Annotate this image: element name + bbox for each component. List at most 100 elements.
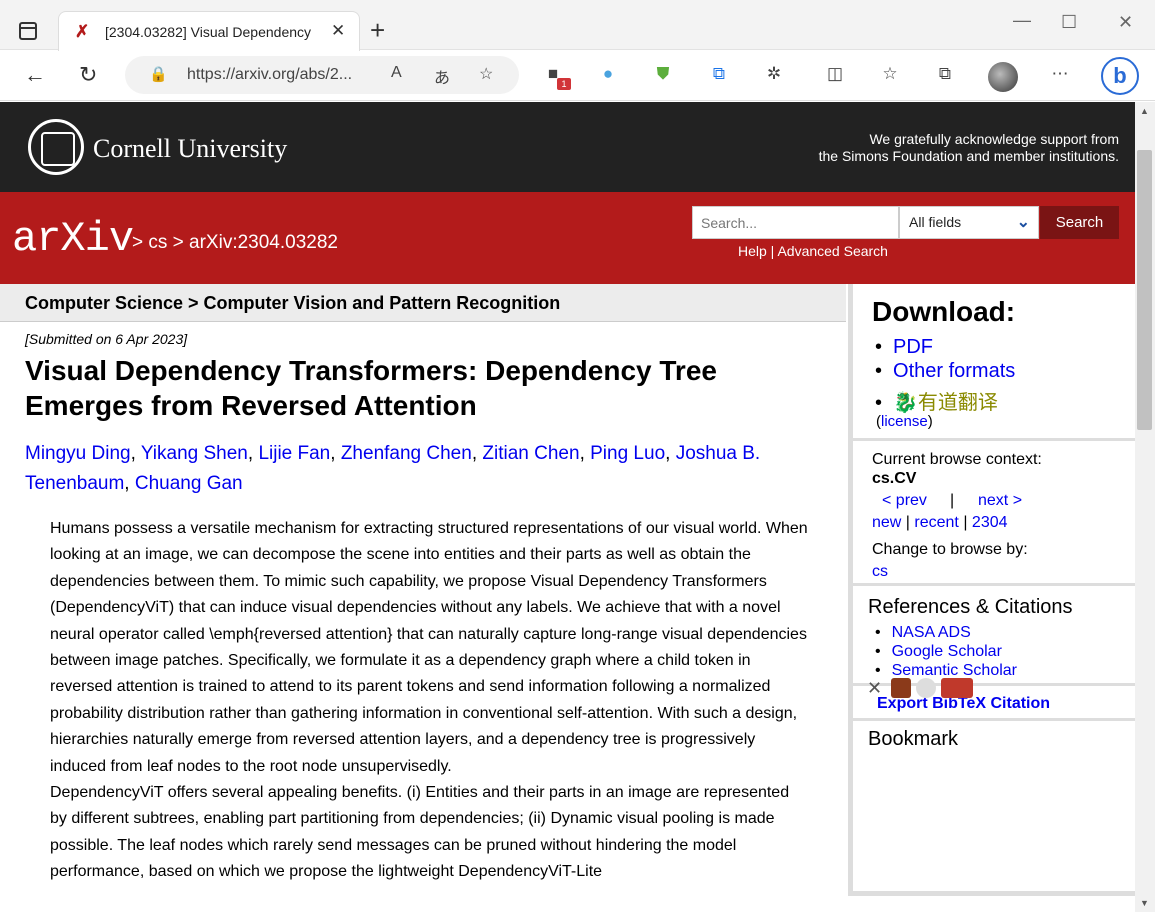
author-link[interactable]: Zhenfang Chen <box>341 443 472 464</box>
author-list: Mingyu Ding, Yikang Shen, Lijie Fan, Zhe… <box>25 443 761 494</box>
context-label: Current browse context: <box>872 451 1042 468</box>
lock-icon: 🔒 <box>149 66 168 83</box>
author-link[interactable]: Mingyu Ding <box>25 443 131 464</box>
cs-link[interactable]: cs <box>872 563 888 581</box>
browser-tab-bar: ✗ [2304.03282] Visual Dependency ✕ + — ☐… <box>0 0 1155 51</box>
month-link[interactable]: 2304 <box>972 514 1008 531</box>
arxiv-logo[interactable]: arXiv <box>12 218 134 260</box>
maximize-icon[interactable]: ☐ <box>1061 12 1077 33</box>
bookmark-heading: Bookmark <box>868 728 959 750</box>
sidebar: Download: PDF Other formats 🐉有道翻译 (licen… <box>848 284 1135 896</box>
context-value: cs.CV <box>872 470 917 487</box>
scroll-thumb[interactable] <box>1137 150 1152 430</box>
extensions-icon[interactable]: ✲ <box>763 64 785 86</box>
scroll-down-icon[interactable]: ▼ <box>1140 898 1149 908</box>
youdao-link[interactable]: 🐉有道翻译 <box>875 386 998 415</box>
license-paren: ) <box>927 413 933 430</box>
add-favorite-icon[interactable]: ☆ <box>479 64 493 84</box>
cornell-name[interactable]: Cornell University <box>93 134 287 164</box>
download-box: Download: PDF Other formats 🐉有道翻译 (licen… <box>853 284 1135 441</box>
refresh-icon[interactable]: ↻ <box>79 62 97 88</box>
reddit-icon[interactable] <box>916 678 936 698</box>
browse-context-box: Current browse context: cs.CV < prev | n… <box>853 441 1135 586</box>
author-link[interactable]: Ping Luo <box>590 443 665 464</box>
scrollbar[interactable]: ▲ ▼ <box>1135 102 1155 912</box>
new-tab-button[interactable]: + <box>370 15 385 46</box>
submission-date: [Submitted on 6 Apr 2023] <box>25 331 188 347</box>
search-links: Help | Advanced Search <box>738 243 888 259</box>
advanced-search-link[interactable]: Advanced Search <box>777 243 888 259</box>
references-heading: References & Citations <box>868 596 1073 618</box>
favorites-icon[interactable]: ☆ <box>879 64 901 86</box>
search-input[interactable]: Search... <box>692 206 899 239</box>
acknowledgement: We gratefully acknowledge support from t… <box>819 131 1119 165</box>
license-link[interactable]: license <box>881 413 928 430</box>
next-link[interactable]: next > <box>978 492 1022 510</box>
nav-separator: | <box>950 492 955 509</box>
ack-line: We gratefully acknowledge support from <box>869 131 1119 147</box>
link-separator: | <box>766 243 778 259</box>
bibsonomy-icon[interactable]: ✕ <box>867 678 887 698</box>
arxiv-favicon-icon: ✗ <box>75 22 90 41</box>
tab-title: [2304.03282] Visual Dependency <box>105 24 312 40</box>
references-box: References & Citations NASA ADS Google S… <box>853 586 1135 686</box>
pdf-link[interactable]: PDF <box>875 336 933 359</box>
browse-separator: | <box>958 514 972 531</box>
subject-bar: Computer Science > Computer Vision and P… <box>0 284 846 322</box>
google-scholar-link[interactable]: Google Scholar <box>875 643 1002 661</box>
license-wrap: (license) <box>876 413 933 430</box>
read-aloud-icon[interactable]: A <box>391 64 402 82</box>
browse-links: new | recent | 2304 <box>872 514 1008 532</box>
download-heading: Download: <box>872 296 1016 327</box>
author-link[interactable]: Yikang Shen <box>141 443 248 464</box>
new-link[interactable]: new <box>872 514 901 531</box>
change-browse-label: Change to browse by: <box>872 541 1028 558</box>
back-icon[interactable]: ← <box>24 62 46 88</box>
close-window-icon[interactable]: ✕ <box>1118 12 1133 33</box>
more-icon[interactable]: ⋯ <box>1049 64 1071 86</box>
ack-line: the Simons Foundation and member institu… <box>818 148 1119 164</box>
arxiv-header: arXiv > cs > arXiv:2304.03282 Search... … <box>0 192 1135 284</box>
help-link[interactable]: Help <box>738 243 767 259</box>
author-link[interactable]: Chuang Gan <box>135 473 243 494</box>
avatar[interactable] <box>988 62 1018 92</box>
recent-link[interactable]: recent <box>914 514 958 531</box>
field-select-value: All fields <box>909 214 962 230</box>
extension-badge: 1 <box>557 78 571 90</box>
cornell-banner: Cornell University We gratefully acknowl… <box>0 102 1135 192</box>
author-link[interactable]: Lijie Fan <box>258 443 330 464</box>
collections-icon[interactable]: ⧉ <box>934 64 956 86</box>
browse-separator: | <box>901 514 915 531</box>
abstract: Humans possess a versatile mechanism for… <box>50 516 810 886</box>
author-link[interactable]: Zitian Chen <box>482 443 579 464</box>
youdao-label: 有道翻译 <box>917 392 998 414</box>
cornell-seal-icon[interactable] <box>28 119 84 175</box>
nasa-ads-link[interactable]: NASA ADS <box>875 624 971 642</box>
chevron-down-icon: ⌄ <box>1016 214 1030 231</box>
youdao-icon: 🐉 <box>893 392 918 414</box>
browser-tab[interactable]: ✗ [2304.03282] Visual Dependency ✕ <box>58 11 360 51</box>
browser-toolbar: ← ↻ 🔒 https://arxiv.org/abs/2... A あ ☆ ■… <box>0 51 1155 101</box>
address-bar[interactable]: 🔒 https://arxiv.org/abs/2... A あ ☆ <box>125 56 519 94</box>
split-screen-icon[interactable]: ◫ <box>824 64 846 86</box>
other-formats-link[interactable]: Other formats <box>875 360 1015 383</box>
bing-icon[interactable]: b <box>1101 57 1139 95</box>
abstract-paragraph: Humans possess a versatile mechanism for… <box>50 520 808 775</box>
sciencewise-icon[interactable] <box>941 678 973 698</box>
extension-icon[interactable]: ● <box>597 64 619 86</box>
share-icon[interactable]: ⧉ <box>708 64 730 86</box>
minimize-icon[interactable]: — <box>1013 10 1031 31</box>
translate-icon[interactable]: あ <box>434 64 450 88</box>
abstract-paragraph: DependencyViT offers several appealing b… <box>50 784 790 881</box>
page-content: Cornell University We gratefully acknowl… <box>0 102 1135 912</box>
scroll-up-icon[interactable]: ▲ <box>1140 106 1149 116</box>
tab-actions-icon[interactable] <box>19 22 37 40</box>
breadcrumb[interactable]: > cs > arXiv:2304.03282 <box>132 232 338 254</box>
tab-close-icon[interactable]: ✕ <box>331 21 345 41</box>
search-button[interactable]: Search <box>1040 206 1119 239</box>
mendeley-icon[interactable] <box>891 678 911 698</box>
field-select[interactable]: All fields ⌄ <box>899 206 1039 239</box>
shield-icon[interactable]: ⛊ <box>652 64 674 86</box>
prev-link[interactable]: < prev <box>882 492 927 510</box>
url-text[interactable]: https://arxiv.org/abs/2... <box>187 66 352 84</box>
